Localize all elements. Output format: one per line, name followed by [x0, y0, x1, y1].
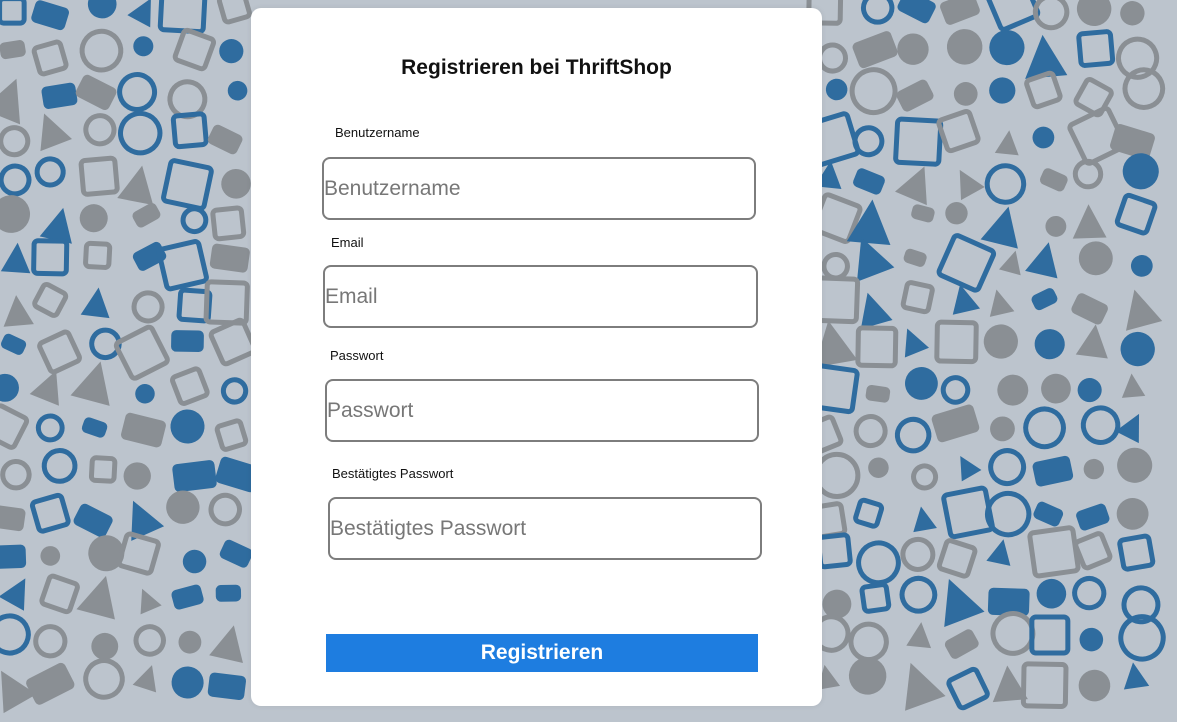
username-input[interactable] — [322, 157, 756, 220]
password-input[interactable] — [325, 379, 759, 442]
email-label: Email — [331, 235, 364, 250]
email-input[interactable] — [323, 265, 758, 328]
username-label: Benutzername — [335, 125, 420, 140]
page-title: Registrieren bei ThriftShop — [401, 56, 672, 79]
confirm-password-label: Bestätigtes Passwort — [332, 466, 454, 481]
register-button[interactable]: Registrieren — [326, 634, 758, 672]
registration-card: Registrieren bei ThriftShop Benutzername… — [251, 8, 822, 706]
confirm-password-input[interactable] — [328, 497, 762, 560]
password-label: Passwort — [330, 348, 384, 363]
